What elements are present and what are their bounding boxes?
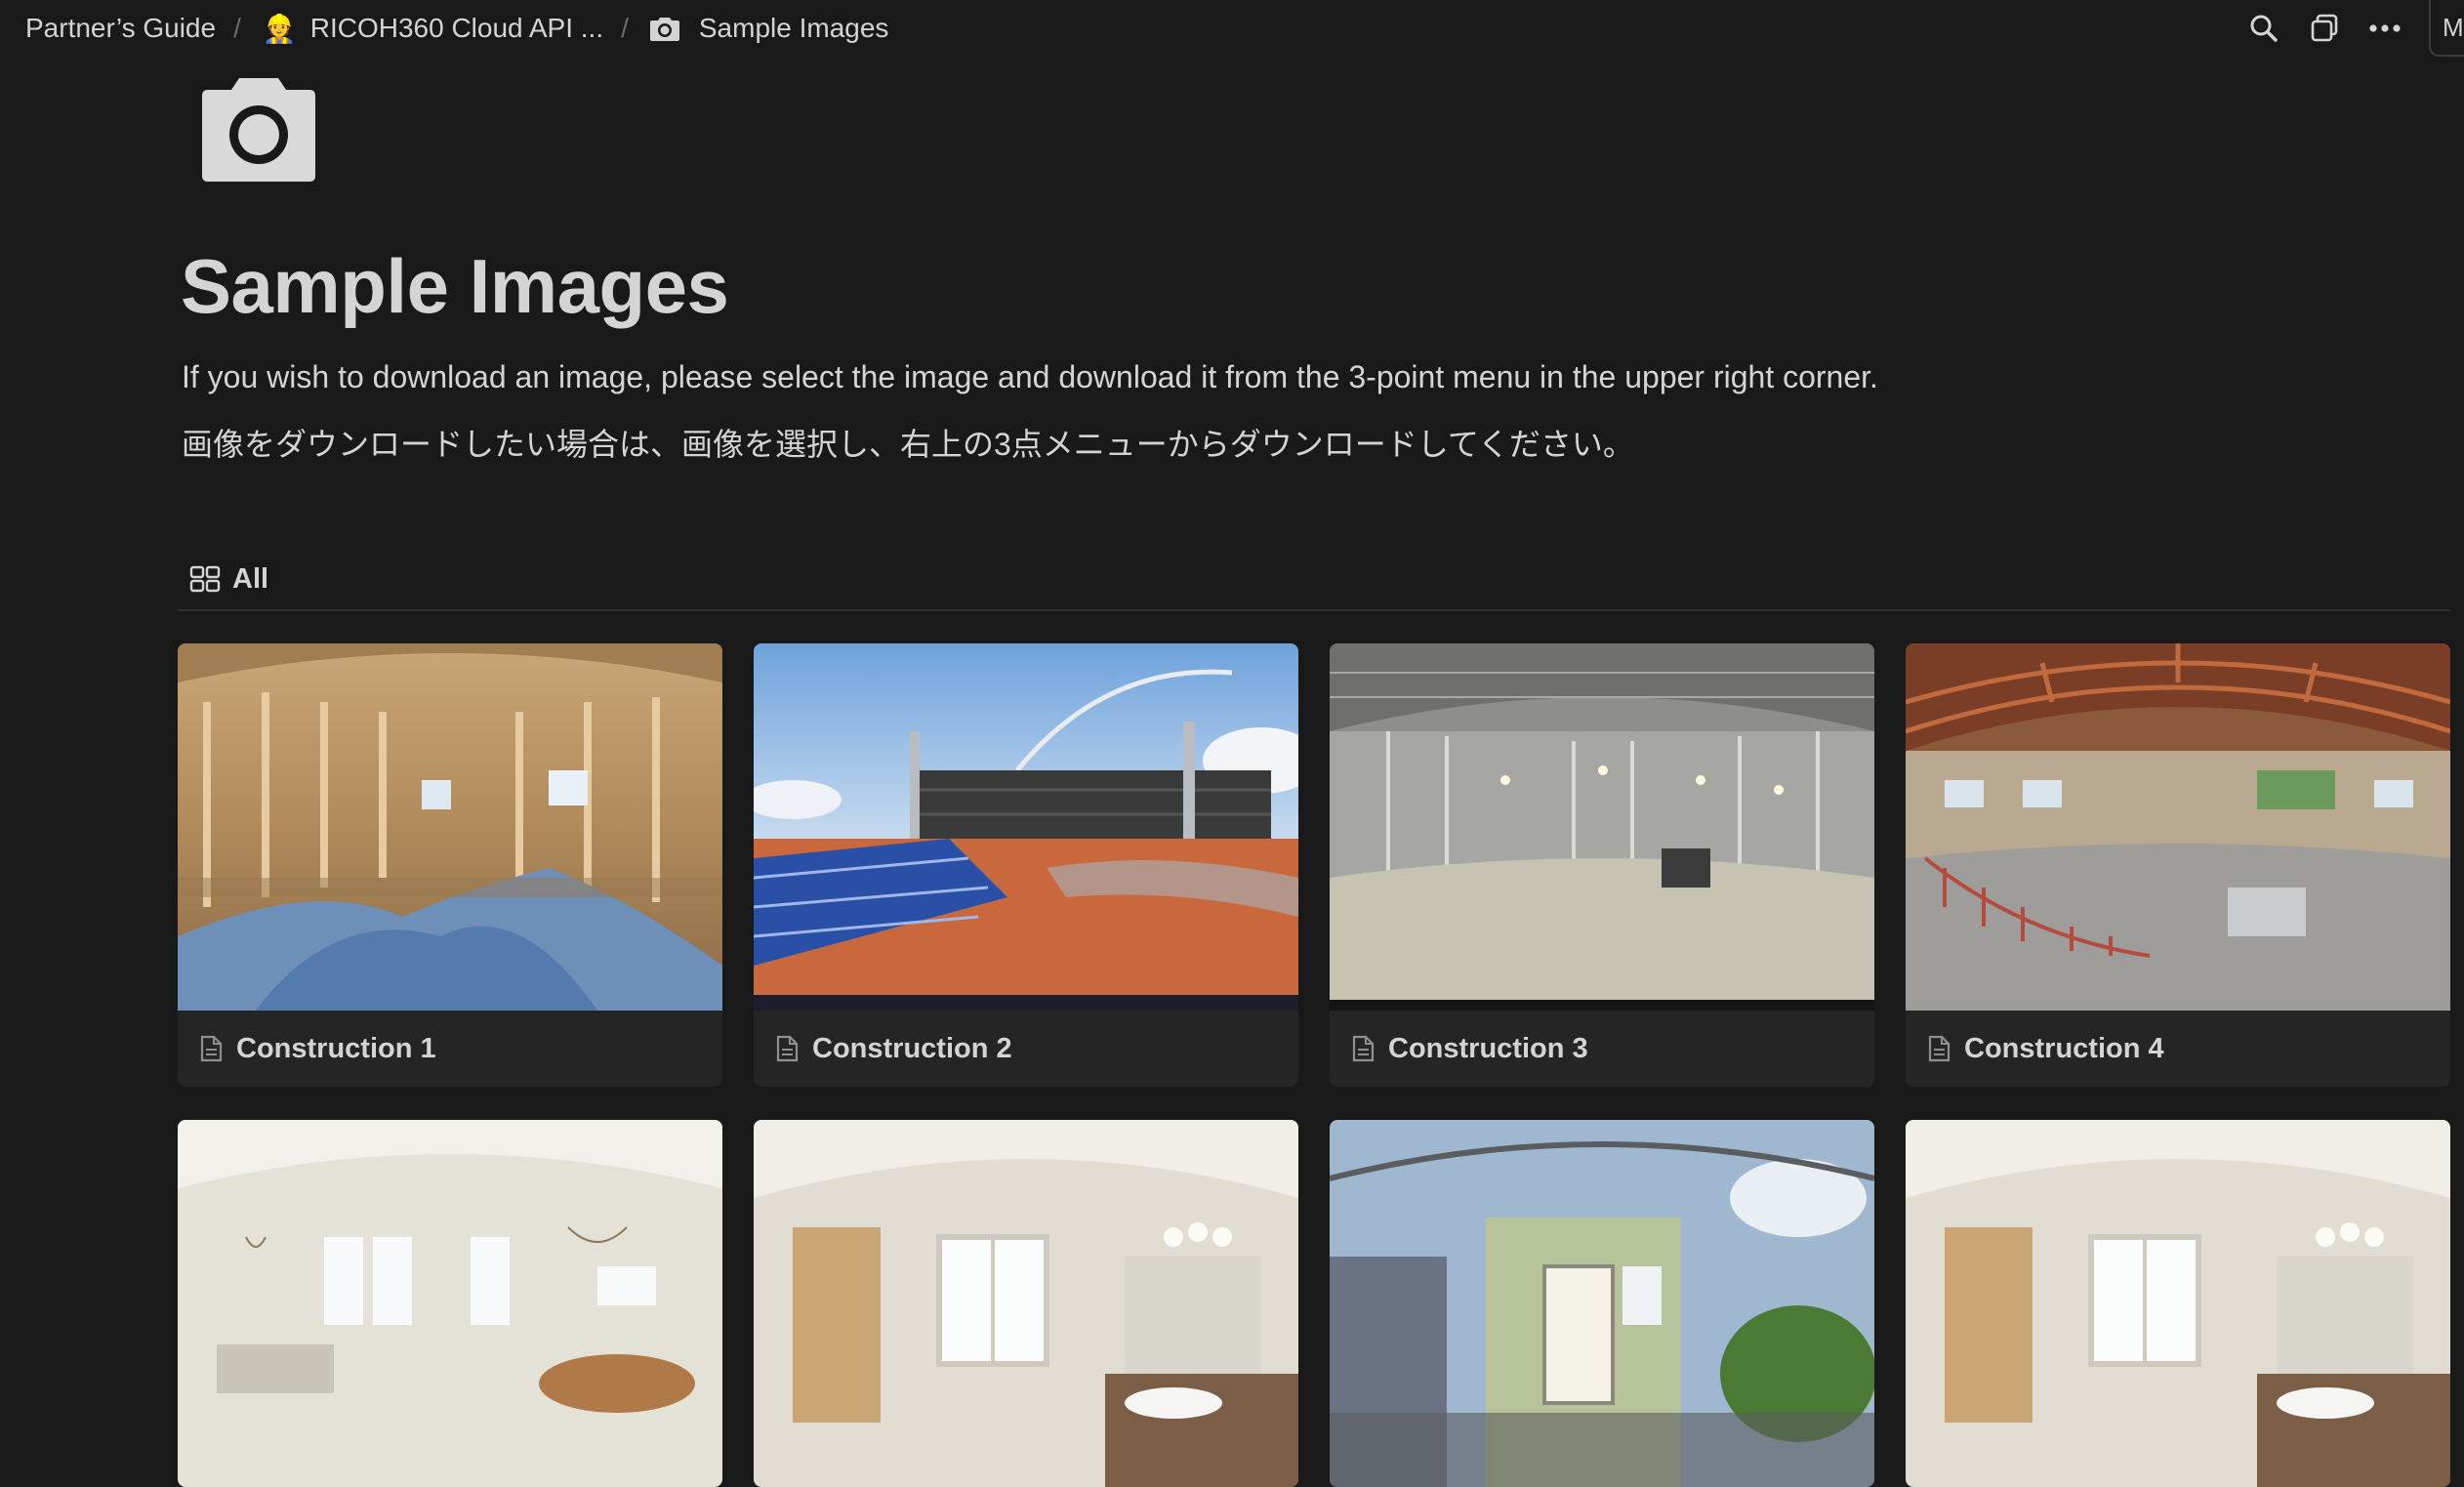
breadcrumb-item-ricoh360-api[interactable]: 👷 RICOH360 Cloud API ... bbox=[263, 13, 603, 45]
gallery-card-living-room[interactable] bbox=[178, 1120, 722, 1487]
tab-all[interactable]: All bbox=[189, 557, 268, 601]
page-icon bbox=[1928, 1035, 1951, 1062]
page-description-en: If you wish to download an image, please… bbox=[182, 359, 1878, 394]
camera-icon bbox=[649, 18, 679, 41]
breadcrumb-item-partners-guide[interactable]: Partner’s Guide bbox=[25, 13, 216, 44]
breadcrumb-separator: / bbox=[233, 13, 241, 43]
construction-worker-icon: 👷 bbox=[262, 13, 297, 44]
breadcrumb-separator: / bbox=[621, 13, 629, 43]
gallery-card-bathroom-2[interactable] bbox=[1906, 1120, 2450, 1487]
card-image bbox=[754, 1120, 1298, 1487]
database-view-bar: All bbox=[178, 547, 2450, 611]
search-icon[interactable] bbox=[2247, 12, 2280, 45]
duplicate-icon[interactable] bbox=[2308, 12, 2341, 45]
breadcrumb-label: Partner’s Guide bbox=[25, 13, 217, 43]
gallery-card-construction-4[interactable]: Construction 4 bbox=[1906, 643, 2450, 1087]
card-title: Construction 4 bbox=[1964, 1032, 2164, 1064]
card-caption: Construction 1 bbox=[178, 1011, 722, 1087]
top-bar: Partner’s Guide / 👷 RICOH360 Cloud API .… bbox=[0, 0, 2464, 57]
breadcrumb-item-sample-images[interactable]: Sample Images bbox=[649, 13, 889, 44]
card-image bbox=[1906, 643, 2450, 1011]
card-image bbox=[1906, 1120, 2450, 1487]
card-caption: Construction 4 bbox=[1906, 1011, 2450, 1087]
top-actions: M bbox=[2247, 0, 2464, 57]
breadcrumb-label: Sample Images bbox=[698, 13, 889, 43]
more-icon[interactable] bbox=[2368, 12, 2402, 45]
card-image bbox=[1330, 643, 1874, 1011]
gallery-card-balcony[interactable] bbox=[1330, 1120, 1874, 1487]
share-button[interactable]: M bbox=[2429, 0, 2464, 57]
breadcrumb: Partner’s Guide / 👷 RICOH360 Cloud API .… bbox=[25, 0, 888, 57]
gallery-card-construction-1[interactable]: Construction 1 bbox=[178, 643, 722, 1087]
card-title: Construction 3 bbox=[1388, 1032, 1588, 1064]
page-icon bbox=[776, 1035, 799, 1062]
tab-all-label: All bbox=[232, 562, 269, 595]
page-description-ja: 画像をダウンロードしたい場合は、画像を選択し、右上の3点メニューからダウンロード… bbox=[182, 427, 1634, 462]
gallery-card-construction-3[interactable]: Construction 3 bbox=[1330, 643, 1874, 1087]
card-caption: Construction 3 bbox=[1330, 1011, 1874, 1087]
page-icon bbox=[1352, 1035, 1375, 1062]
gallery-card-bathroom-1[interactable] bbox=[754, 1120, 1298, 1487]
card-caption: Construction 2 bbox=[754, 1011, 1298, 1087]
breadcrumb-label: RICOH360 Cloud API ... bbox=[309, 13, 604, 43]
card-title: Construction 2 bbox=[812, 1032, 1012, 1064]
page-title: Sample Images bbox=[181, 243, 729, 329]
card-image bbox=[1330, 1120, 1874, 1487]
gallery-icon bbox=[189, 565, 221, 593]
card-title: Construction 1 bbox=[236, 1032, 436, 1064]
card-image bbox=[178, 643, 722, 1011]
camera-icon[interactable] bbox=[200, 74, 317, 182]
card-image bbox=[754, 643, 1298, 1011]
gallery-card-construction-2[interactable]: Construction 2 bbox=[754, 643, 1298, 1087]
card-image bbox=[178, 1120, 722, 1487]
page-icon bbox=[200, 1035, 223, 1062]
